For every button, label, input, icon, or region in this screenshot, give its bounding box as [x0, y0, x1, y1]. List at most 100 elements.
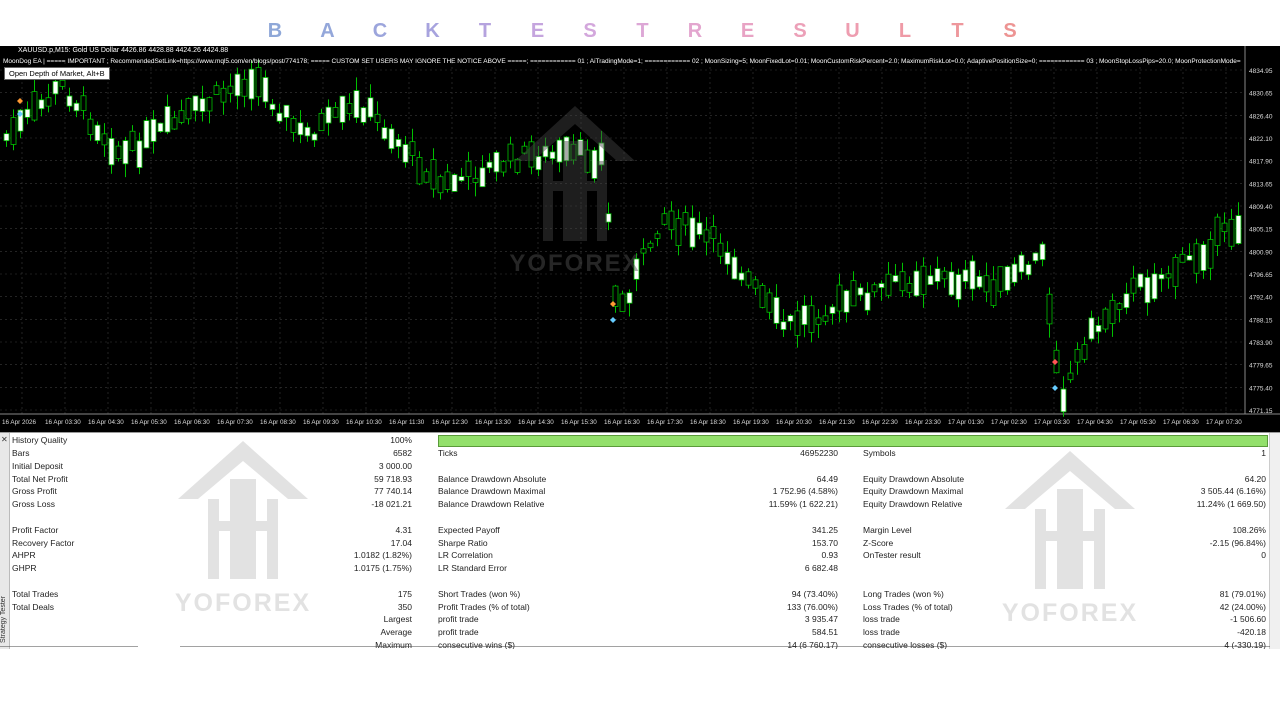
candle-body	[906, 283, 913, 293]
candle-body	[976, 276, 983, 288]
candle-body	[367, 97, 374, 118]
candle-body	[773, 297, 780, 324]
time-axis-label: 16 Apr 20:30	[776, 419, 812, 426]
candle-body	[129, 130, 136, 151]
candle-body	[1200, 244, 1207, 271]
time-axis-label: 16 Apr 03:30	[45, 419, 81, 426]
metric-label: loss trade	[863, 614, 900, 625]
price-axis-label: 4783.90	[1249, 340, 1273, 347]
metric-value: 4 (-330.19)	[1224, 640, 1266, 649]
time-axis-label: 16 Apr 10:30	[346, 419, 382, 426]
price-chart[interactable]: 4834.95 4830.65 4826.40 4822.10 4817.90 4813.…	[0, 46, 1280, 432]
candle-body	[759, 285, 766, 308]
candle-body	[1011, 263, 1018, 283]
metric-label: Gross Profit	[12, 486, 57, 497]
candle-body	[647, 242, 654, 249]
candle-body	[458, 176, 465, 182]
candle-body	[234, 73, 241, 97]
candle-body	[66, 95, 73, 107]
vertical-scrollbar[interactable]	[1269, 433, 1280, 649]
title-letter: A	[320, 20, 335, 42]
candle-body	[899, 271, 906, 292]
price-axis-label: 4813.65	[1249, 181, 1273, 188]
price-axis-label: 4830.65	[1249, 91, 1273, 98]
metric-label: Short Trades (won %)	[438, 588, 521, 599]
candle-body	[1123, 293, 1130, 309]
candle-body	[1081, 344, 1088, 360]
metric-label: Initial Deposit	[12, 460, 64, 471]
candle-body	[1116, 303, 1123, 310]
metric-label: Loss Trades (% of total)	[863, 601, 953, 612]
candle-body	[934, 268, 941, 282]
candle-body	[962, 269, 969, 282]
metric-label: profit trade	[438, 614, 479, 625]
candle-body	[1109, 299, 1116, 324]
candle-body	[157, 122, 164, 132]
metric-label: Margin Level	[863, 524, 912, 535]
candle-body	[199, 98, 206, 112]
title-letter: K	[425, 20, 440, 42]
candle-body	[52, 80, 59, 95]
candle-body	[1186, 255, 1193, 261]
time-axis-label: 16 Apr 09:30	[303, 419, 339, 426]
candle-body	[409, 141, 416, 156]
time-axis-label: 16 Apr 16:30	[604, 419, 640, 426]
metric-value: Average	[380, 627, 412, 638]
candle-body	[1130, 277, 1137, 294]
history-quality-label: History Quality	[12, 435, 68, 445]
candle-body	[178, 110, 185, 123]
candle-body	[80, 95, 87, 111]
candle-body	[493, 151, 500, 173]
candle-body	[381, 127, 388, 140]
time-axis-label: 17 Apr 05:30	[1120, 419, 1156, 426]
metric-label: Balance Drawdown Absolute	[438, 473, 547, 484]
candle-body	[1193, 243, 1200, 274]
candle-body	[822, 315, 829, 322]
candle-body	[185, 98, 192, 120]
candle-body	[815, 317, 822, 325]
candle-body	[1032, 252, 1039, 262]
time-axis-label: 16 Apr 12:30	[432, 419, 468, 426]
candle-body	[31, 91, 38, 121]
candle-body	[626, 292, 633, 304]
metric-value: -420.18	[1237, 627, 1266, 638]
candle-body	[843, 290, 850, 313]
candle-body	[3, 133, 10, 142]
title-letter: T	[478, 20, 492, 42]
time-axis-label: 16 Apr 14:30	[518, 419, 554, 426]
metric-label: Equity Drawdown Maximal	[863, 486, 964, 497]
close-icon[interactable]: ✕	[1, 435, 8, 444]
title-letter: S	[583, 20, 597, 42]
price-axis-label: 4817.90	[1249, 159, 1273, 166]
candle-body	[325, 106, 332, 124]
candle-body	[696, 222, 703, 235]
candle-body	[661, 213, 668, 225]
ea-parameters-text: MoonDog EA | ===== IMPORTANT ; Recommend…	[3, 58, 1241, 65]
metric-label: LR Standard Error	[438, 563, 507, 574]
candle-body	[794, 310, 801, 336]
metric-value: 14 (6 760.17)	[787, 640, 838, 649]
candle-body	[269, 103, 276, 110]
candle-body	[143, 120, 150, 149]
time-axis-label: 16 Apr 2026	[2, 419, 36, 426]
candle-body	[878, 283, 885, 288]
strategy-tester-panel[interactable]: ✕ Strategy Tester History Quality 100% B…	[0, 432, 1280, 649]
title-letter: R	[687, 20, 703, 42]
candle-body	[1221, 222, 1228, 233]
svg-text:YOFOREX: YOFOREX	[175, 589, 311, 616]
trade-marker	[610, 317, 616, 323]
time-axis-label: 16 Apr 06:30	[174, 419, 210, 426]
metric-label: GHPR	[12, 563, 37, 574]
svg-text:YOFOREX: YOFOREX	[1002, 599, 1138, 626]
candle-body	[360, 107, 367, 123]
metric-label: Equity Drawdown Relative	[863, 499, 963, 510]
title-letter: E	[530, 20, 545, 42]
metric-value: Maximum	[375, 640, 412, 649]
metric-label: Ticks	[438, 448, 458, 458]
title-letter: T	[636, 20, 649, 42]
candle-body	[745, 271, 752, 286]
candle-body	[416, 157, 423, 185]
candle-body	[1025, 264, 1032, 276]
time-axis-label: 16 Apr 07:30	[217, 419, 253, 426]
candle-body	[1179, 253, 1186, 263]
